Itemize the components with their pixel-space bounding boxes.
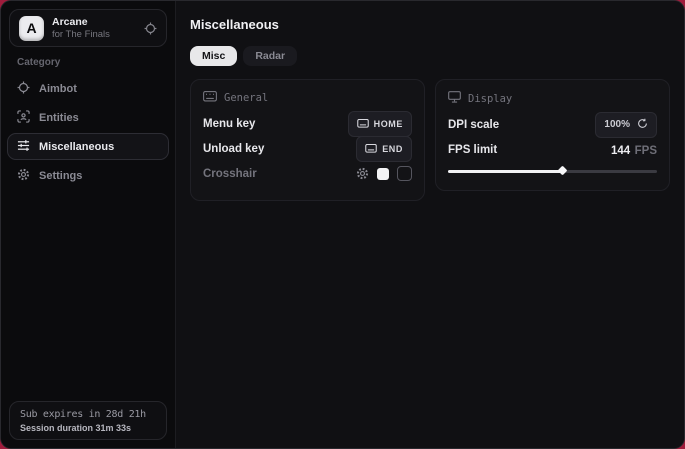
app-header: A Arcane for The Finals (9, 9, 167, 47)
sidebar-item-label: Settings (39, 170, 82, 182)
menu-key-value: HOME (374, 119, 403, 129)
monitor-icon (448, 91, 461, 106)
sliders-icon (17, 139, 30, 155)
main-content: Miscellaneous Misc Radar General (176, 1, 684, 448)
sidebar-item-miscellaneous[interactable]: Miscellaneous (7, 133, 169, 160)
fps-limit-row: FPS limit 144 FPS (448, 137, 657, 162)
general-card-title: General (224, 92, 268, 104)
unload-key-label: Unload key (203, 143, 264, 155)
dpi-scale-value: 100% (604, 119, 630, 130)
page-title: Miscellaneous (190, 17, 670, 32)
menu-key-binding[interactable]: HOME (348, 111, 412, 137)
tab-bar: Misc Radar (190, 46, 670, 66)
keyboard-icon (203, 91, 217, 105)
unload-key-binding[interactable]: END (356, 136, 412, 162)
fps-limit-unit: FPS (635, 145, 657, 157)
display-card: Display DPI scale 100% (435, 79, 670, 191)
sidebar-item-entities[interactable]: Entities (7, 104, 169, 131)
fps-limit-slider[interactable] (448, 166, 657, 176)
crosshair-label: Crosshair (203, 168, 257, 180)
general-card: General Menu key HOME (190, 79, 425, 201)
scan-icon (17, 110, 30, 126)
slider-thumb[interactable] (557, 166, 567, 176)
crosshair-icon (17, 81, 30, 97)
refresh-icon (637, 116, 648, 134)
subscription-status: Sub expires in 28d 21h Session duration … (9, 401, 167, 440)
crosshair-checkbox[interactable] (397, 166, 412, 181)
sidebar-nav: Aimbot Entities (1, 74, 175, 190)
sidebar-item-label: Aimbot (39, 83, 77, 95)
session-duration-text: Session duration 31m 33s (20, 423, 156, 433)
gear-icon[interactable] (356, 167, 369, 180)
app-name: Arcane (52, 16, 110, 29)
arcane-window: A Arcane for The Finals Category (0, 0, 685, 449)
tab-radar[interactable]: Radar (243, 46, 297, 66)
dpi-scale-row: DPI scale 100% (448, 112, 657, 137)
display-card-title: Display (468, 93, 512, 105)
sidebar-item-aimbot[interactable]: Aimbot (7, 75, 169, 102)
category-label: Category (17, 57, 175, 68)
fps-limit-value: 144 (611, 145, 630, 157)
dpi-scale-label: DPI scale (448, 119, 499, 131)
keyboard-icon (357, 115, 369, 133)
sub-expiry-text: Sub expires in 28d 21h (20, 409, 156, 420)
crosshair-icon[interactable] (144, 22, 157, 35)
tab-misc[interactable]: Misc (190, 46, 237, 66)
unload-key-row: Unload key END (203, 136, 412, 161)
menu-key-label: Menu key (203, 118, 255, 130)
crosshair-row: Crosshair (203, 161, 412, 186)
dpi-scale-select[interactable]: 100% (595, 112, 657, 138)
keyboard-icon (365, 140, 377, 158)
menu-key-row: Menu key HOME (203, 111, 412, 136)
app-logo: A (19, 16, 44, 41)
slider-track (448, 170, 657, 173)
sidebar-item-settings[interactable]: Settings (7, 162, 169, 189)
crosshair-color-swatch[interactable] (377, 168, 389, 180)
sidebar-item-label: Miscellaneous (39, 141, 114, 153)
sidebar: A Arcane for The Finals Category (1, 1, 176, 448)
gear-icon (17, 168, 30, 184)
sidebar-item-label: Entities (39, 112, 79, 124)
fps-limit-label: FPS limit (448, 144, 497, 156)
unload-key-value: END (382, 144, 403, 154)
app-subtitle: for The Finals (52, 29, 110, 41)
